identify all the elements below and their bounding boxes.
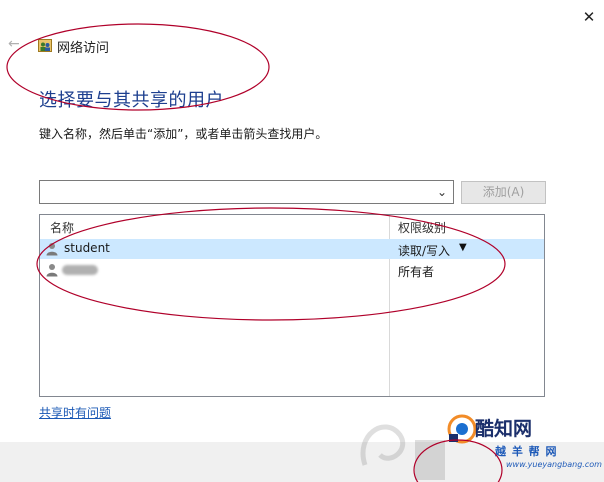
- window-title: 网络访问: [57, 41, 110, 56]
- user-icon: [46, 264, 58, 277]
- column-header-name[interactable]: 名称: [50, 219, 74, 236]
- user-icon: [46, 243, 58, 256]
- watermark-brand: 酷知网: [475, 418, 533, 440]
- column-header-permission[interactable]: 权限级别: [398, 219, 446, 236]
- list-item[interactable]: 所有者: [40, 260, 544, 280]
- close-button[interactable]: ✕: [578, 6, 600, 28]
- watermark-url: www.yueyangbang.com: [506, 460, 602, 469]
- dropdown-arrow-icon[interactable]: ▼: [459, 242, 467, 253]
- watermark-logo-icon: [447, 414, 477, 444]
- user-permission-list[interactable]: 名称 权限级别 student 读取/写入 ▼ 所有者: [39, 214, 545, 397]
- network-sharing-icon: [38, 39, 52, 52]
- list-item[interactable]: student 读取/写入 ▼: [40, 239, 544, 259]
- user-name: student: [64, 241, 110, 255]
- back-button[interactable]: ←: [8, 36, 24, 52]
- sharing-help-link[interactable]: 共享时有问题: [39, 404, 111, 421]
- close-icon: ✕: [582, 8, 596, 26]
- user-name-combobox[interactable]: ⌄: [39, 180, 454, 204]
- page-heading: 选择要与其共享的用户: [39, 90, 224, 111]
- permission-level: 所有者: [398, 265, 435, 279]
- chevron-down-icon[interactable]: ⌄: [435, 183, 449, 201]
- watermark-site-name: 越 羊 帮 网: [495, 445, 558, 458]
- watermark-swirl-graphic: [360, 424, 445, 480]
- back-arrow-icon: ←: [8, 36, 20, 52]
- permission-level[interactable]: 读取/写入: [398, 242, 450, 259]
- add-button[interactable]: 添加(A): [461, 181, 546, 204]
- instruction-text: 键入名称，然后单击“添加”，或者单击箭头查找用户。: [39, 127, 328, 141]
- redacted-user-name: [62, 265, 98, 275]
